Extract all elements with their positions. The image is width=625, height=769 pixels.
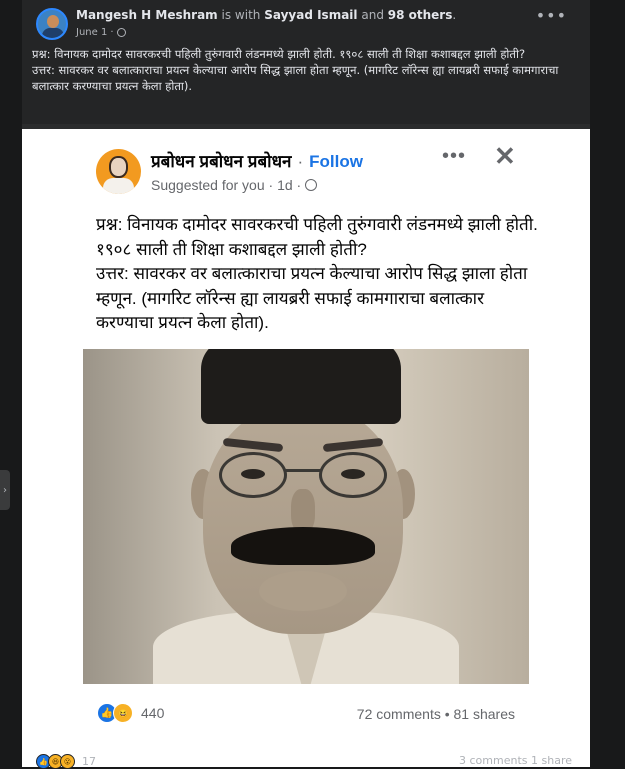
portrait-image[interactable] <box>83 349 529 684</box>
reaction-count: 440 <box>141 705 165 721</box>
shared-text: प्रश्न: विनायक दामोदर सावरकरची पहिली तुर… <box>96 213 546 336</box>
post-more-icon[interactable]: ••• <box>536 6 567 25</box>
meta-dot: · <box>110 27 114 38</box>
shared-post[interactable]: प्रबोधन प्रबोधन प्रबोधन · Follow Suggested… <box>22 124 590 767</box>
author-line: Mangesh H Meshram is with Sayyad Ismail … <box>76 8 457 22</box>
tagged-others[interactable]: 98 others <box>388 8 453 22</box>
shared-answer: उत्तर: सावरकर वर बलात्काराचा प्रयत्न केल… <box>96 264 528 332</box>
follow-button[interactable]: Follow <box>309 152 363 171</box>
expand-arrow-icon[interactable]: › <box>0 470 10 510</box>
tagged-name[interactable]: Sayyad Ismail <box>264 8 357 22</box>
page-name[interactable]: प्रबोधन प्रबोधन प्रबोधन <box>151 152 291 171</box>
post-meta: June 1 · <box>76 27 126 38</box>
with-text: is with <box>221 8 261 22</box>
shared-more-icon[interactable]: ••• <box>442 145 466 168</box>
globe-icon <box>116 28 126 37</box>
suggested-meta: Suggested for you · 1d · <box>151 177 318 193</box>
close-icon[interactable]: ✕ <box>494 141 516 172</box>
page-name-line: प्रबोधन प्रबोधन प्रबोधन · Follow <box>151 149 363 172</box>
author-name[interactable]: Mangesh H Meshram <box>76 8 218 22</box>
comments-shares[interactable]: 72 comments • 81 shares <box>357 706 515 722</box>
footer-comments-shares[interactable]: 3 comments 1 share <box>459 754 572 767</box>
post-answer: उत्तर: सावरकर वर बलात्काराचा प्रयत्न केल… <box>32 63 559 93</box>
reactions-summary[interactable]: 👍 😆 440 <box>97 703 164 723</box>
post-footer: 👍 😆 😮 17 3 comments 1 share <box>36 752 590 769</box>
suggested-text: Suggested for you · 1d · <box>151 177 302 193</box>
post-text: प्रश्न: विनायक दामोदर सावरकरची पहिली तुर… <box>32 46 587 94</box>
haha-reaction-icon: 😆 <box>113 703 133 723</box>
author-avatar[interactable] <box>36 8 68 40</box>
post-date[interactable]: June 1 <box>76 27 107 38</box>
footer-reaction-count: 17 <box>82 755 96 768</box>
globe-icon <box>305 179 318 191</box>
shared-question: प्रश्न: विनायक दामोदर सावरकरची पहिली तुर… <box>96 215 538 259</box>
post-question: प्रश्न: विनायक दामोदर सावरकरची पहिली तुर… <box>32 47 526 61</box>
page-avatar[interactable] <box>96 149 141 194</box>
name-separator: · <box>297 152 304 171</box>
and-text: and <box>361 8 384 22</box>
